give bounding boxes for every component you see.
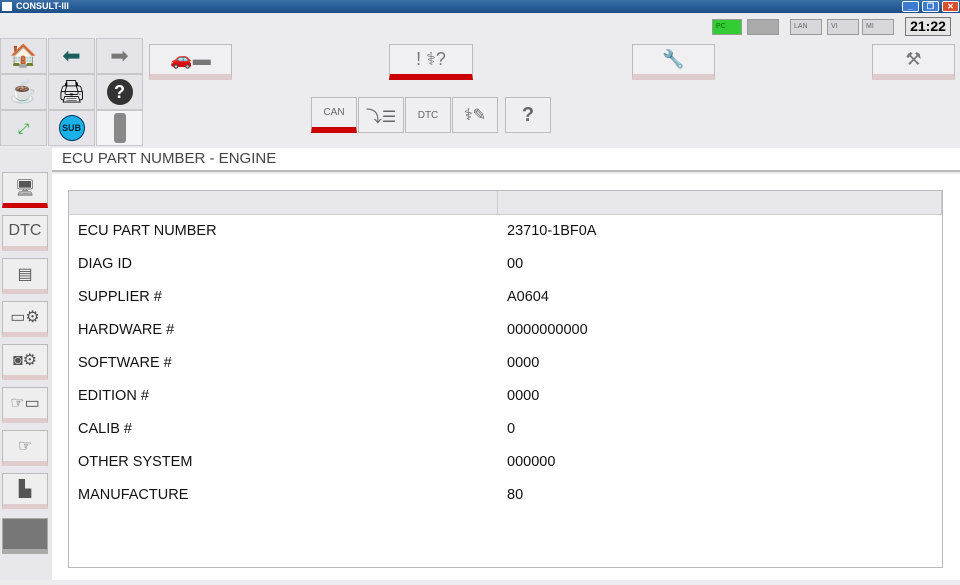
monitor-gear-icon: ▭⚙ — [10, 309, 40, 326]
print-button[interactable]: 🖨 — [48, 74, 95, 110]
row-label: ECU PART NUMBER — [78, 223, 217, 239]
row-value: A0604 — [507, 289, 549, 305]
row-value: 0000 — [507, 355, 540, 371]
device-icon — [113, 113, 126, 143]
lan-status-icon: LAN — [790, 19, 822, 35]
stethoscope-tools-icon: ⚕✎ — [463, 107, 487, 124]
ecu-id-icon: 🖥 — [14, 180, 36, 197]
dtc-hand-icon: DTC — [8, 222, 42, 239]
row-label: MANUFACTURE — [78, 487, 189, 503]
column-header-item — [69, 191, 498, 215]
sidebar-active-test[interactable]: ▭⚙ — [2, 301, 48, 337]
sidebar-ecu-id[interactable]: 🖥 — [2, 172, 48, 208]
pc-status-icon: PC — [712, 19, 742, 35]
can-diag-button[interactable]: CAN — [311, 97, 357, 133]
diagnosis-button[interactable]: ! ⚕? — [389, 44, 473, 80]
mi-status-icon: MI — [862, 19, 894, 35]
home-icon: 🏠 — [9, 43, 38, 68]
sub-button[interactable]: SUB — [48, 110, 95, 146]
printer-icon: 🖨 — [57, 79, 86, 104]
vi-status-icon: VI — [827, 19, 859, 35]
screen-capture-button[interactable]: ⤢ — [0, 110, 47, 146]
sidebar-ecu-reprog[interactable]: ☞▭ — [2, 387, 48, 423]
window-title: CONSULT-III — [16, 1, 69, 11]
row-label: OTHER SYSTEM — [78, 454, 193, 470]
window-resize-icon: ⤢ — [17, 119, 30, 136]
car-arrow-icon: 🚗▬ — [170, 49, 211, 69]
sleep-button[interactable]: ☕ — [0, 74, 47, 110]
sidebar: 🖥 DTC ▤ ▭⚙ ◙⚙ ☞▭ ☞ ▙ — [0, 148, 52, 580]
page-title: ECU PART NUMBER - ENGINE — [52, 148, 960, 172]
sidebar-unit[interactable]: ▙ — [2, 473, 48, 509]
row-label: DIAG ID — [78, 256, 132, 272]
table-row: CALIB # 0 — [69, 413, 942, 446]
stethoscope-icon: ! ⚕? — [416, 49, 446, 69]
monitor-icon: ▤ — [17, 266, 33, 283]
forward-button[interactable]: ➡ — [96, 38, 143, 74]
diag-help-button[interactable]: ? — [505, 97, 551, 133]
dtc-button[interactable]: DTC — [405, 97, 451, 133]
flowchart-icon: ⤵☰ — [365, 109, 397, 126]
gear-screen-icon: ◙⚙ — [12, 352, 37, 369]
vi-device-button[interactable] — [96, 110, 143, 146]
restore-button[interactable]: ❐ — [922, 1, 939, 12]
sidebar-disabled-button[interactable] — [2, 518, 48, 554]
arrow-right-icon: ➡ — [110, 43, 129, 68]
help-icon: ? — [106, 79, 133, 105]
sidebar-data-monitor[interactable]: ▤ — [2, 258, 48, 294]
table-row: HARDWARE # 0000000000 — [69, 314, 942, 347]
question-stethoscope-icon: ? — [521, 103, 535, 126]
battery-status-icon — [747, 19, 779, 35]
can-icon: CAN — [323, 107, 345, 118]
back-button[interactable]: ⬅ — [48, 38, 95, 74]
row-value: 0000 — [507, 388, 540, 404]
home-button[interactable]: 🏠 — [0, 38, 47, 74]
title-bar: CONSULT-III _ ❐ ✕ — [0, 0, 960, 13]
table-row: SUPPLIER # A0604 — [69, 281, 942, 314]
table-row: ECU PART NUMBER 23710-1BF0A — [69, 215, 942, 248]
row-value: 0000000000 — [507, 322, 588, 338]
arrow-left-icon: ⬅ — [62, 43, 81, 68]
table-row: DIAG ID 00 — [69, 248, 942, 281]
row-value: 80 — [507, 487, 524, 503]
row-value: 0 — [507, 421, 516, 437]
help-button[interactable]: ? — [96, 74, 143, 110]
wrench-icon: 🔧 — [662, 49, 685, 69]
close-button[interactable]: ✕ — [942, 1, 959, 12]
tools-icon: ⚒ — [905, 49, 922, 69]
table-row: MANUFACTURE 80 — [69, 479, 942, 512]
hand-screen-icon: ☞▭ — [10, 395, 40, 412]
coffee-cup-icon: ☕ — [9, 79, 38, 104]
sidebar-work-support[interactable]: ◙⚙ — [2, 344, 48, 380]
hand-dtc-icon: ☞ — [17, 438, 33, 455]
row-label: SOFTWARE # — [78, 355, 172, 371]
vehicle-select-button[interactable]: 🚗▬ — [149, 44, 232, 80]
sub-icon: SUB — [58, 115, 85, 141]
row-value: 000000 — [507, 454, 556, 470]
ecu-info-table: ECU PART NUMBER 23710-1BF0A DIAG ID 00 SUPPL… — [68, 190, 943, 568]
app-icon — [2, 2, 12, 11]
table-row: SOFTWARE # 0000 — [69, 347, 942, 380]
sidebar-dtc-screen[interactable]: ☞ — [2, 430, 48, 466]
row-value: 00 — [507, 256, 524, 272]
row-label: SUPPLIER # — [78, 289, 162, 305]
dtc-icon: DTC — [417, 109, 439, 121]
row-label: CALIB # — [78, 421, 132, 437]
row-label: HARDWARE # — [78, 322, 175, 338]
row-label: EDITION # — [78, 388, 149, 404]
flowchart-button[interactable]: ⤵☰ — [358, 97, 404, 133]
tools-button[interactable]: ⚒ — [872, 44, 955, 80]
minimize-button[interactable]: _ — [902, 1, 919, 12]
clock: 21:22 — [905, 17, 951, 36]
sidebar-self-diag[interactable]: DTC — [2, 215, 48, 251]
table-row: OTHER SYSTEM 000000 — [69, 446, 942, 479]
column-header-value — [498, 191, 942, 215]
row-value: 23710-1BF0A — [507, 223, 597, 239]
table-row: EDITION # 0000 — [69, 380, 942, 413]
work-support-button[interactable]: 🔧 — [632, 44, 715, 80]
unit-icon: ▙ — [18, 481, 32, 498]
active-test-button[interactable]: ⚕✎ — [452, 97, 498, 133]
